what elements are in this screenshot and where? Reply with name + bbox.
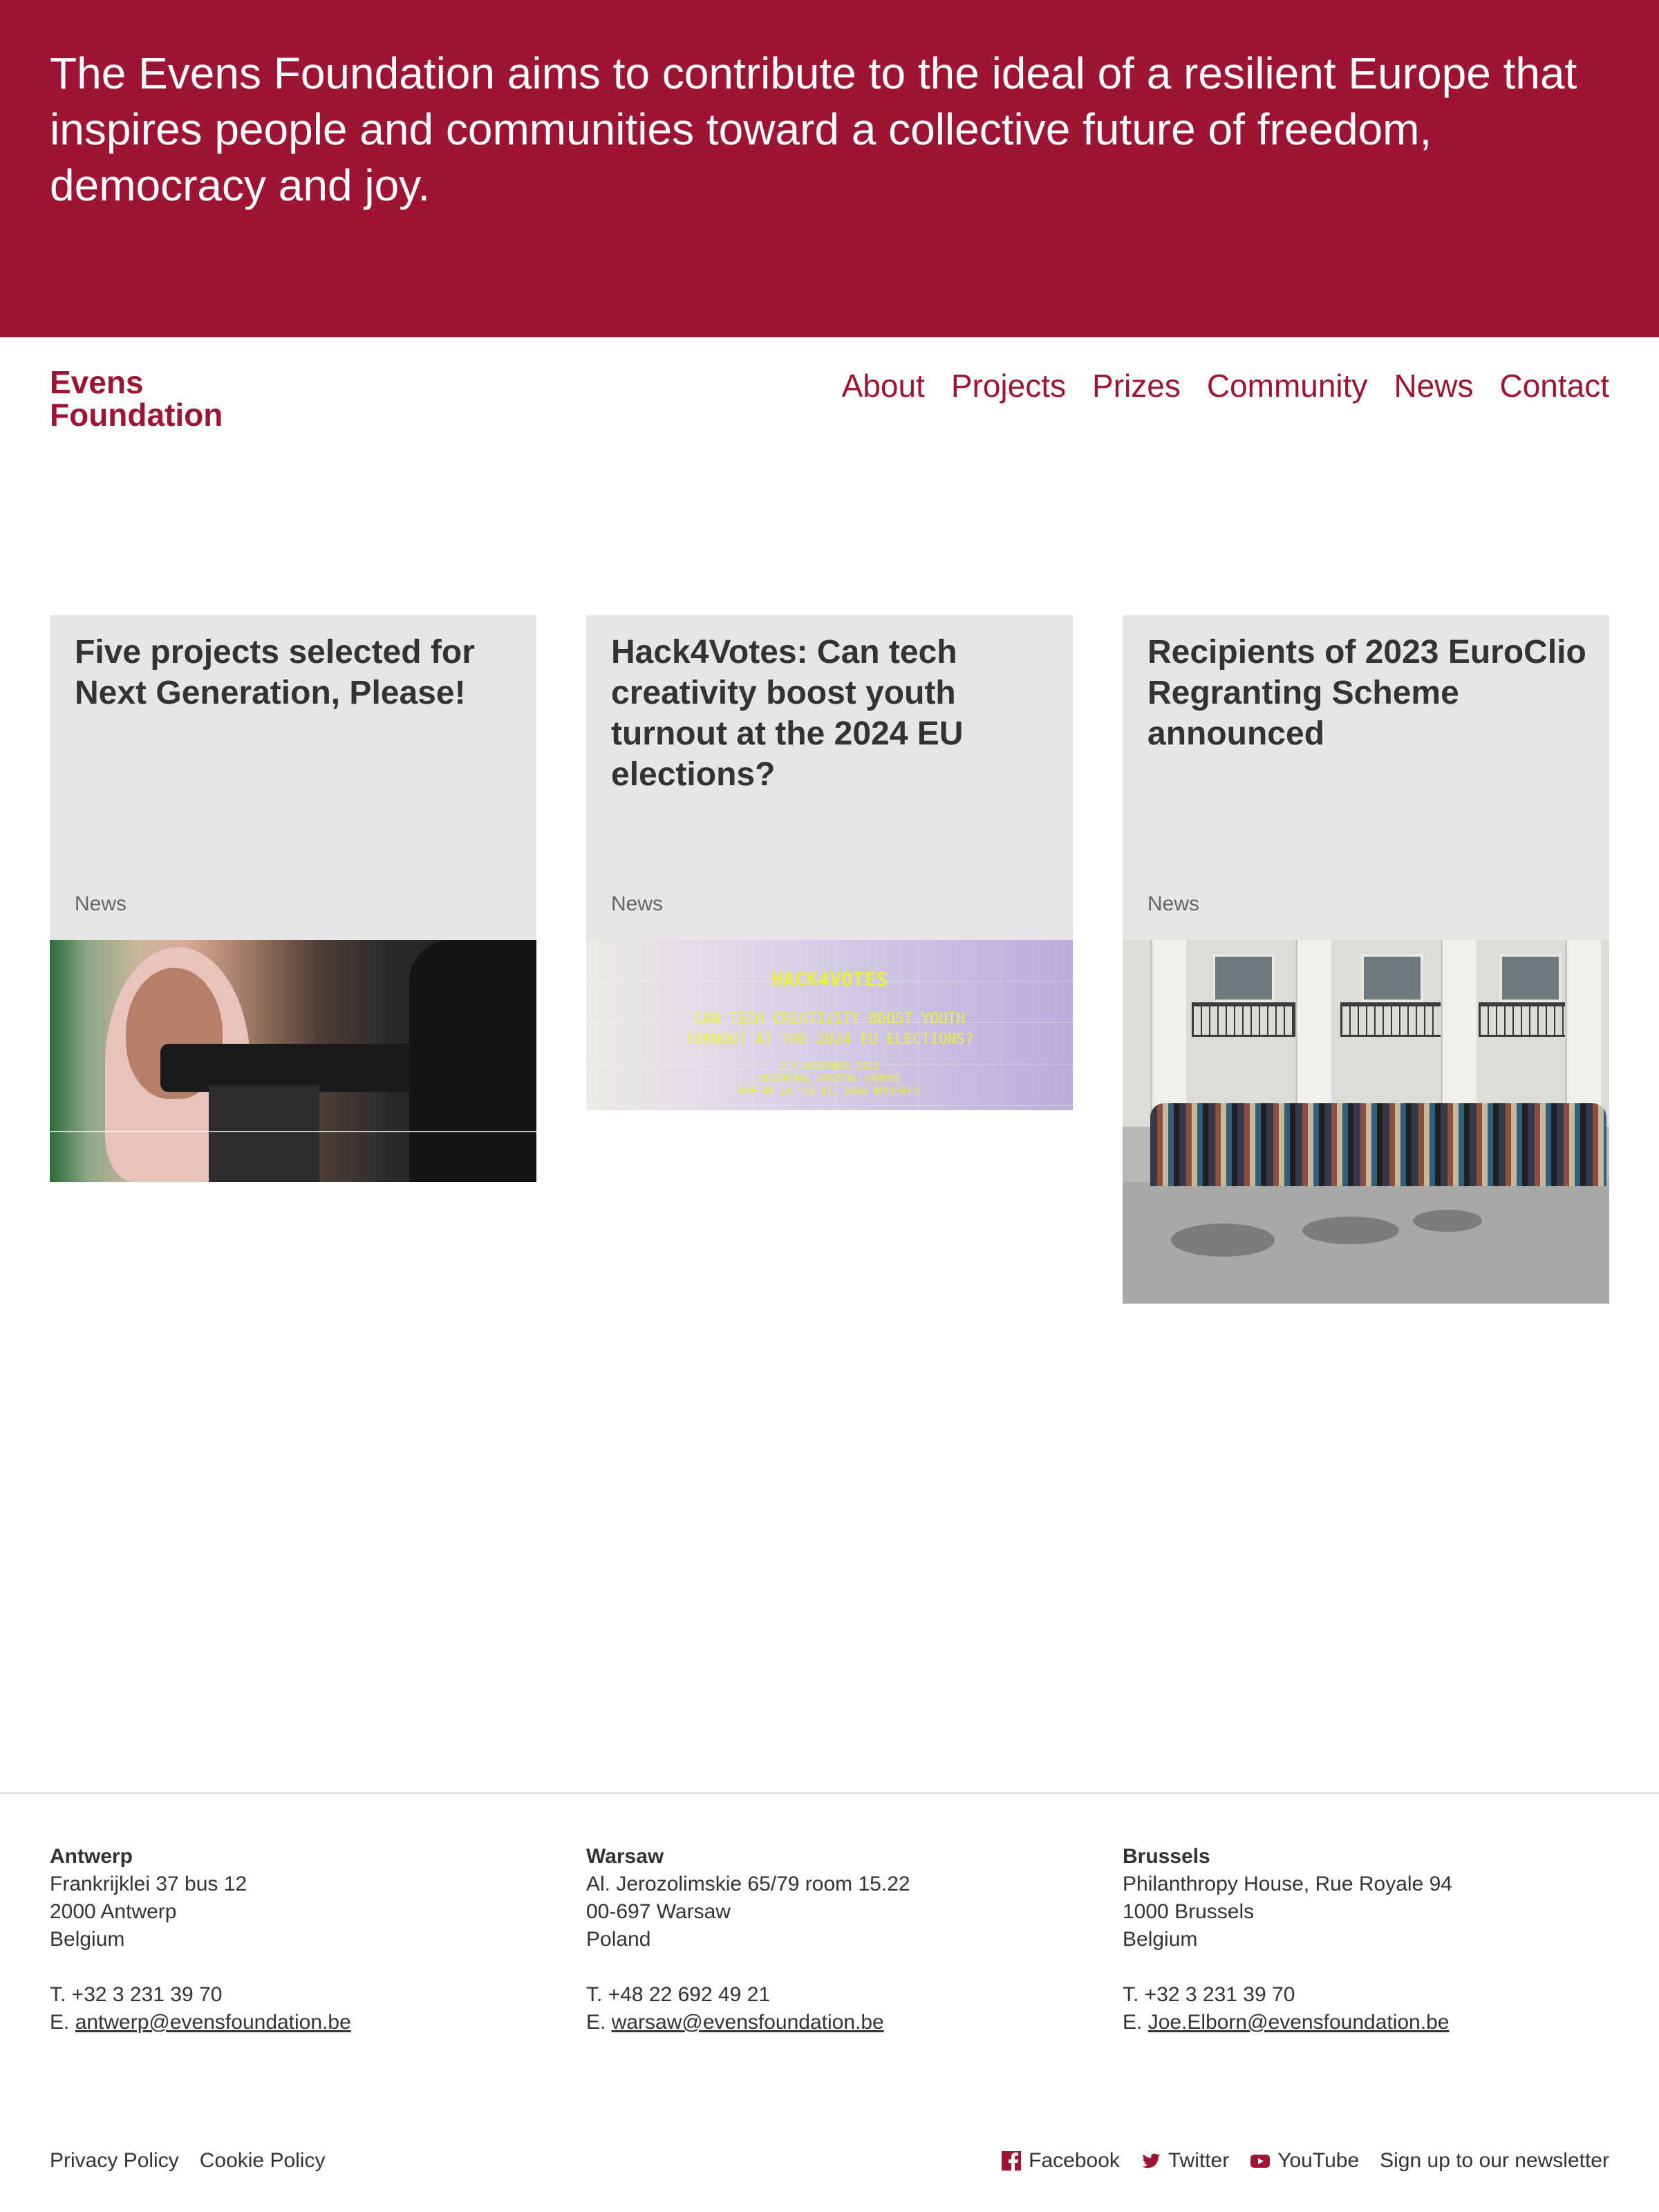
- poster-detail-2: DECENTRAL DIGITAL CAMPUS: [759, 1074, 900, 1085]
- image-shape: [209, 1085, 319, 1182]
- news-card[interactable]: Hack4Votes: Can tech creativity boost yo…: [586, 615, 1073, 1110]
- office-email-link[interactable]: antwerp@evensfoundation.be: [75, 2011, 351, 2034]
- card-category: News: [75, 892, 127, 915]
- facebook-label: Facebook: [1029, 2149, 1120, 2172]
- facebook-icon: [1001, 2150, 1022, 2171]
- office-country: Belgium: [1123, 1928, 1198, 1951]
- office-address-line: Philanthropy House, Rue Royale 94: [1123, 1873, 1452, 1895]
- card-header: Five projects selected for Next Generati…: [50, 615, 536, 940]
- office-address-line: 00-697 Warsaw: [586, 1900, 731, 1923]
- news-card[interactable]: Five projects selected for Next Generati…: [50, 615, 536, 1182]
- image-shape: [1499, 954, 1562, 1002]
- email-prefix: E.: [50, 2011, 75, 2034]
- image-shape: [1212, 954, 1275, 1002]
- poster-detail-1: 2-3 DECEMBER 2023: [780, 1061, 879, 1072]
- office-email-row: E. warsaw@evensfoundation.be: [586, 2009, 1073, 2036]
- image-shape: [1413, 1210, 1482, 1232]
- card-header: Hack4Votes: Can tech creativity boost yo…: [586, 615, 1073, 940]
- office-address-line: Al. Jerozolimskie 65/79 room 15.22: [586, 1873, 910, 1895]
- card-title: Recipients of 2023 EuroClio Regranting S…: [1147, 634, 1586, 752]
- office-brussels: Brussels Philanthropy House, Rue Royale …: [1123, 1843, 1609, 2036]
- youtube-icon: [1250, 2150, 1271, 2171]
- twitter-icon: [1141, 2150, 1161, 2171]
- office-country: Poland: [586, 1928, 651, 1951]
- youtube-label: YouTube: [1277, 2149, 1360, 2172]
- logo-line-1: Evens: [50, 364, 144, 400]
- nav-contact[interactable]: Contact: [1499, 365, 1609, 406]
- poster-subline: CAN TECH CREATIVITY BOOST YOUTH TURNOUT …: [586, 1008, 1073, 1049]
- office-phone: T. +32 3 231 39 70: [1123, 1983, 1295, 2006]
- office-email-link[interactable]: warsaw@evensfoundation.be: [612, 2011, 884, 2034]
- card-category: News: [1147, 892, 1200, 915]
- email-prefix: E.: [586, 2011, 612, 2034]
- office-antwerp: Antwerp Frankrijklei 37 bus 12 2000 Antw…: [50, 1843, 536, 2036]
- email-prefix: E.: [1123, 2011, 1148, 2034]
- twitter-label: Twitter: [1168, 2149, 1230, 2172]
- card-title: Hack4Votes: Can tech creativity boost yo…: [611, 634, 964, 793]
- image-shape: [50, 1131, 536, 1132]
- nav-community[interactable]: Community: [1207, 365, 1368, 406]
- main-nav: About Projects Prizes Community News Con…: [842, 365, 1609, 406]
- facebook-link[interactable]: Facebook: [1001, 2147, 1120, 2175]
- office-email-link[interactable]: Joe.Elborn@evensfoundation.be: [1148, 2011, 1450, 2034]
- office-city: Brussels: [1123, 1845, 1210, 1868]
- card-image-videographer: [50, 940, 536, 1182]
- site-logo[interactable]: Evens Foundation: [50, 366, 223, 431]
- office-email-row: E. antwerp@evensfoundation.be: [50, 2009, 536, 2036]
- card-header: Recipients of 2023 EuroClio Regranting S…: [1123, 615, 1609, 940]
- office-city: Warsaw: [586, 1845, 664, 1868]
- poster-subline-1: CAN TECH CREATIVITY BOOST YOUTH: [694, 1010, 965, 1027]
- nav-about[interactable]: About: [842, 365, 925, 406]
- image-shape: [1302, 1217, 1399, 1244]
- nav-projects[interactable]: Projects: [951, 365, 1066, 406]
- office-phone: T. +32 3 231 39 70: [50, 1983, 223, 2006]
- social-links: Facebook Twitter YouTube Sign up to our …: [1001, 2147, 1609, 2175]
- image-shape: [1361, 954, 1423, 1002]
- office-city: Antwerp: [50, 1845, 133, 1868]
- image-shape: [1171, 1224, 1275, 1257]
- image-shape: [1150, 1103, 1606, 1186]
- office-email-row: E. Joe.Elborn@evensfoundation.be: [1123, 2009, 1609, 2036]
- office-address-line: Frankrijklei 37 bus 12: [50, 1873, 247, 1895]
- logo-line-2: Foundation: [50, 397, 223, 433]
- privacy-policy-link[interactable]: Privacy Policy: [50, 2147, 179, 2175]
- poster-headline: HACK4VOTES: [771, 968, 888, 991]
- newsletter-link[interactable]: Sign up to our newsletter: [1380, 2147, 1609, 2175]
- hero-banner: The Evens Foundation aims to contribute …: [0, 0, 1659, 337]
- legal-links: Privacy Policy Cookie Policy: [50, 2147, 325, 2175]
- card-title: Five projects selected for Next Generati…: [75, 634, 475, 711]
- card-image-group-photo: [1123, 940, 1609, 1304]
- news-card[interactable]: Recipients of 2023 EuroClio Regranting S…: [1123, 615, 1609, 1304]
- office-address-line: 1000 Brussels: [1123, 1900, 1255, 1923]
- poster-subline-2: TURNOUT AT THE 2024 EU ELECTIONS?: [685, 1031, 974, 1047]
- office-phone: T. +48 22 692 49 21: [586, 1983, 771, 2006]
- image-shape: [1192, 1002, 1295, 1037]
- office-country: Belgium: [50, 1928, 125, 1951]
- footer-divider: [0, 1792, 1659, 1794]
- mission-statement: The Evens Foundation aims to contribute …: [50, 48, 1577, 210]
- card-image-hack4votes: HACK4VOTES CAN TECH CREATIVITY BOOST YOU…: [586, 940, 1073, 1110]
- card-category: News: [611, 892, 664, 915]
- poster-details: 2-3 DECEMBER 2023 DECENTRAL DIGITAL CAMP…: [586, 1060, 1073, 1098]
- cookie-policy-link[interactable]: Cookie Policy: [200, 2147, 326, 2175]
- office-warsaw: Warsaw Al. Jerozolimskie 65/79 room 15.2…: [586, 1843, 1073, 2036]
- office-address-line: 2000 Antwerp: [50, 1900, 177, 1923]
- youtube-link[interactable]: YouTube: [1250, 2147, 1359, 2175]
- twitter-link[interactable]: Twitter: [1141, 2147, 1229, 2175]
- poster-detail-3: RUE DE LA LOI 42, 1040 BRUSSELS: [739, 1086, 920, 1097]
- nav-news[interactable]: News: [1394, 365, 1473, 406]
- image-shape: [409, 940, 536, 1182]
- nav-prizes[interactable]: Prizes: [1092, 365, 1181, 406]
- image-shape: [1340, 1002, 1444, 1037]
